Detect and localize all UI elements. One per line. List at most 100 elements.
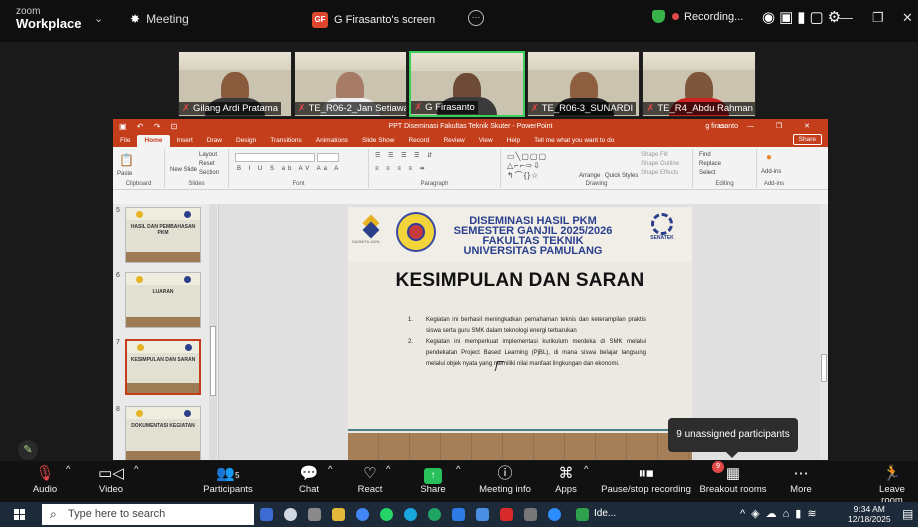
screen-share-title[interactable]: GF G Firasanto's screen	[312, 10, 435, 30]
zoom-app-icon[interactable]	[548, 508, 561, 521]
participant-tile[interactable]: ✗ TE_R06-3_SUNARDI	[526, 51, 641, 117]
apps-options-chevron-icon[interactable]: ^	[584, 464, 588, 475]
font-formatting-icons[interactable]: B I U S ab AV Aa A	[237, 166, 341, 172]
windows-start-icon[interactable]	[14, 509, 25, 520]
ppt-share-button[interactable]: Share	[792, 134, 822, 145]
shape-fill-button[interactable]: Shape Fill	[641, 152, 668, 158]
addins-button[interactable]: Add-ins	[761, 169, 781, 175]
participants-button[interactable]: 👥5 Participants	[198, 464, 258, 495]
close-icon[interactable]: ✕	[902, 10, 913, 26]
audio-options-chevron-icon[interactable]: ^	[66, 464, 70, 475]
scrollbar-thumb[interactable]	[210, 326, 216, 396]
scrollbar-thumb[interactable]	[821, 354, 827, 382]
find-button[interactable]: Find	[699, 152, 711, 158]
ppt-ribbon-tabs: File Home Insert Draw Design Transitions…	[113, 133, 828, 147]
meeting-menu[interactable]: ✸ Meeting	[130, 12, 189, 26]
react-button[interactable]: ♡ React	[354, 464, 386, 495]
weather-widget-icon[interactable]	[260, 508, 273, 521]
current-slide[interactable]: SASMITA JAYA DISEMINASI HASIL PKM SEMEST…	[348, 207, 692, 460]
chrome-icon[interactable]	[356, 508, 369, 521]
leave-room-button[interactable]: 🏃 Leave room	[868, 464, 916, 506]
chat-button[interactable]: 💬 Chat	[294, 464, 324, 495]
calendar-app-icon[interactable]	[452, 508, 465, 521]
slide-thumbnail[interactable]: HASIL DAN PEMBAHASAN PKM	[125, 207, 201, 263]
slide-scrollbar[interactable]	[820, 204, 828, 460]
share-button[interactable]: ↑ Share	[416, 464, 450, 495]
arrange-button[interactable]: Arrange	[579, 173, 600, 179]
chevron-down-icon[interactable]: ⌄	[94, 12, 103, 25]
chrome-profile-icon[interactable]	[428, 508, 441, 521]
recording-indicator[interactable]: Recording...	[652, 10, 743, 23]
new-slide-button[interactable]: New Slide	[170, 167, 197, 173]
tab-animations[interactable]: Animations	[309, 135, 355, 147]
wps-icon[interactable]	[500, 508, 513, 521]
font-name-box[interactable]	[235, 153, 315, 162]
paste-button[interactable]: Paste	[117, 171, 132, 177]
tab-file[interactable]: File	[113, 135, 137, 147]
layout-button[interactable]: Layout	[199, 152, 217, 158]
view-controls[interactable]: ◉▣▮▢⚙	[762, 8, 845, 26]
taskbar-search-input[interactable]: ⌕ Type here to search	[42, 504, 254, 525]
slide-thumbnail[interactable]: DOKUMENTASI KEGIATAN	[125, 406, 201, 460]
align-icons[interactable]: ≡ ≡ ≡ ≡ ⇹	[375, 165, 428, 172]
addins-icon[interactable]: ●	[766, 152, 772, 163]
chat-options-chevron-icon[interactable]: ^	[328, 464, 332, 475]
select-button[interactable]: Select	[699, 170, 716, 176]
notification-icon[interactable]: ▤	[902, 507, 913, 521]
id-app-icon[interactable]	[576, 508, 589, 521]
restore-icon[interactable]: ❐	[872, 10, 884, 26]
annotate-pencil-icon[interactable]: ✎	[18, 440, 38, 460]
ppt-window-controls[interactable]: ▭ — ❐ ✕	[718, 122, 820, 130]
tell-me-search[interactable]: Tell me what you want to do	[527, 135, 621, 147]
tab-transitions[interactable]: Transitions	[263, 135, 309, 147]
audio-button[interactable]: 🎙 Audio	[28, 464, 62, 495]
taskbar-clock[interactable]: 9:34 AM 12/18/2025	[848, 504, 891, 524]
tab-draw[interactable]: Draw	[200, 135, 229, 147]
widgets-icon[interactable]	[308, 508, 321, 521]
apps-button[interactable]: ⌘ Apps	[552, 464, 580, 495]
participant-tile-active[interactable]: ✗ G Firasanto	[409, 51, 525, 117]
tab-slide-show[interactable]: Slide Show	[355, 135, 402, 147]
taskbar-app-label[interactable]: Ide...	[594, 508, 616, 519]
system-tray-icons[interactable]: ^◈☁⌂▮≋	[740, 507, 823, 520]
video-button[interactable]: ▭◁ Video	[94, 464, 128, 495]
tab-home[interactable]: Home	[137, 135, 170, 147]
quick-styles-button[interactable]: Quick Styles	[605, 173, 638, 179]
replace-button[interactable]: Replace	[699, 161, 721, 167]
thumbnail-scrollbar[interactable]	[209, 204, 217, 460]
tab-view[interactable]: View	[472, 135, 500, 147]
tab-help[interactable]: Help	[500, 135, 527, 147]
tab-record[interactable]: Record	[401, 135, 436, 147]
minimize-icon[interactable]: —	[840, 10, 853, 25]
share-options-chevron-icon[interactable]: ^	[456, 464, 460, 475]
whatsapp-icon[interactable]	[380, 508, 393, 521]
breakout-rooms-button[interactable]: ▦ 9 Breakout rooms	[698, 461, 768, 495]
shape-outline-button[interactable]: Shape Outline	[641, 161, 679, 167]
participant-tile[interactable]: ✗ TE_R06-2_Jan Setiawan	[293, 51, 408, 117]
task-view-icon[interactable]	[284, 508, 297, 521]
slide-thumbnail[interactable]: LUARAN	[125, 272, 201, 328]
reset-button[interactable]: Reset	[199, 161, 215, 167]
tab-design[interactable]: Design	[229, 135, 263, 147]
file-explorer-icon[interactable]	[332, 508, 345, 521]
tab-insert[interactable]: Insert	[170, 135, 200, 147]
participant-tile[interactable]: ✗ TE_R4_Abdu Rahman	[642, 51, 756, 117]
participant-tile[interactable]: ✗ Gilang Ardi Pratama	[178, 51, 292, 117]
tab-review[interactable]: Review	[436, 135, 471, 147]
video-options-chevron-icon[interactable]: ^	[134, 464, 138, 475]
paste-icon[interactable]: 📋	[119, 153, 134, 167]
section-button[interactable]: Section	[199, 170, 219, 176]
edge-icon[interactable]	[404, 508, 417, 521]
react-options-chevron-icon[interactable]: ^	[386, 464, 390, 475]
shapes-gallery[interactable]: ▭╲▢▢▢ △⌐⌐⇨⇩ ↰⌒{}☆	[507, 152, 547, 181]
pause-stop-recording-button[interactable]: ⏸⏹ Pause/stop recording	[600, 464, 692, 495]
meeting-info-button[interactable]: ⓘ Meeting info	[476, 464, 534, 495]
app-icon[interactable]	[524, 508, 537, 521]
list-icons[interactable]: ☰ ☰ ☰ ☰ ⇵	[375, 152, 435, 159]
more-options-icon[interactable]: ···	[468, 10, 484, 26]
font-size-box[interactable]	[317, 153, 339, 162]
shape-effects-button[interactable]: Shape Effects	[641, 170, 678, 176]
photos-icon[interactable]	[476, 508, 489, 521]
slide-thumbnail-selected[interactable]: KESIMPULAN DAN SARAN	[125, 339, 201, 395]
more-button[interactable]: ⋯ More	[786, 464, 816, 495]
